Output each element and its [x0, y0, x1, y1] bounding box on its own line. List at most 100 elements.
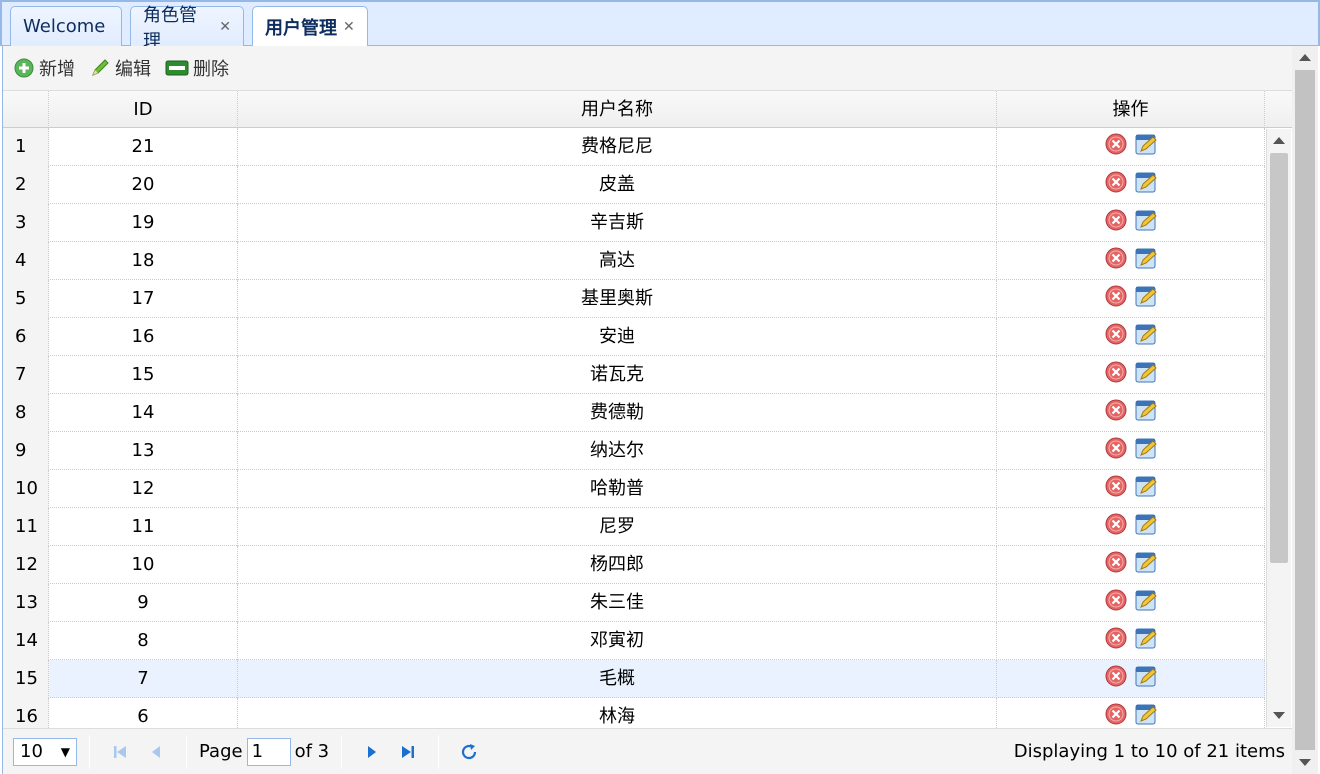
tab-label: 角色管理	[143, 4, 197, 52]
cell-actions	[997, 166, 1265, 204]
scroll-down-arrow-icon[interactable]	[1273, 712, 1285, 719]
edit-row-icon[interactable]	[1134, 170, 1158, 194]
cell-username: 高达	[238, 242, 997, 280]
first-page-button[interactable]	[108, 740, 132, 764]
pencil-icon	[92, 59, 109, 76]
column-header-id[interactable]: ID	[49, 91, 238, 128]
delete-row-icon[interactable]	[1104, 398, 1128, 422]
add-button[interactable]: 新增	[13, 55, 75, 81]
edit-row-icon[interactable]	[1134, 664, 1158, 688]
edit-row-icon[interactable]	[1134, 588, 1158, 612]
edit-row-icon[interactable]	[1134, 246, 1158, 270]
cell-actions	[997, 432, 1265, 470]
table-row[interactable]: 12 10 杨四郎	[3, 546, 1265, 584]
tab-role-management[interactable]: 角色管理 ✕	[130, 5, 244, 52]
table-row[interactable]: 9 13 纳达尔	[3, 432, 1265, 470]
tab-user-management[interactable]: 用户管理 ✕	[252, 6, 368, 47]
edit-row-icon[interactable]	[1134, 550, 1158, 574]
table-row[interactable]: 7 15 诺瓦克	[3, 356, 1265, 394]
delete-row-icon[interactable]	[1104, 132, 1128, 156]
cell-username: 尼罗	[238, 508, 997, 546]
row-number: 6	[3, 318, 49, 356]
table-row[interactable]: 1 21 费格尼尼	[3, 128, 1265, 166]
table-row[interactable]: 8 14 费德勒	[3, 394, 1265, 432]
edit-row-icon[interactable]	[1134, 132, 1158, 156]
prev-page-button[interactable]	[144, 740, 168, 764]
delete-row-icon[interactable]	[1104, 246, 1128, 270]
page-scroll-thumb[interactable]	[1295, 70, 1315, 750]
delete-row-icon[interactable]	[1104, 436, 1128, 460]
delete-row-icon[interactable]	[1104, 626, 1128, 650]
delete-row-icon[interactable]	[1104, 360, 1128, 384]
separator	[341, 734, 343, 769]
tab-label: Welcome	[23, 16, 106, 37]
edit-row-icon[interactable]	[1134, 284, 1158, 308]
table-row[interactable]: 5 17 基里奥斯	[3, 280, 1265, 318]
table-row[interactable]: 14 8 邓寅初	[3, 622, 1265, 660]
edit-row-icon[interactable]	[1134, 512, 1158, 536]
delete-row-icon[interactable]	[1104, 512, 1128, 536]
table-row[interactable]: 15 7 毛概	[3, 660, 1265, 698]
last-page-button[interactable]	[396, 740, 420, 764]
table-row[interactable]: 10 12 哈勒普	[3, 470, 1265, 508]
column-header-username[interactable]: 用户名称	[238, 91, 997, 128]
table-row[interactable]: 11 11 尼罗	[3, 508, 1265, 546]
table-row[interactable]: 3 19 辛吉斯	[3, 204, 1265, 242]
row-number: 10	[3, 470, 49, 508]
page-scroll-down-arrow-icon[interactable]	[1299, 759, 1311, 766]
scroll-thumb[interactable]	[1270, 153, 1288, 563]
edit-row-icon[interactable]	[1134, 208, 1158, 232]
edit-row-icon[interactable]	[1134, 702, 1158, 726]
close-icon[interactable]: ✕	[219, 19, 231, 35]
separator	[89, 734, 90, 769]
row-number: 7	[3, 356, 49, 394]
table-row[interactable]: 4 18 高达	[3, 242, 1265, 280]
page-number-input[interactable]	[246, 737, 291, 766]
table-row[interactable]: 13 9 朱三佳	[3, 584, 1265, 622]
delete-row-icon[interactable]	[1104, 664, 1128, 688]
row-number: 3	[3, 204, 49, 242]
page-scrollbar[interactable]	[1292, 46, 1318, 774]
next-page-button[interactable]	[360, 740, 384, 764]
last-page-icon	[402, 745, 415, 758]
delete-row-icon[interactable]	[1104, 550, 1128, 574]
table-row[interactable]: 2 20 皮盖	[3, 166, 1265, 204]
cell-id: 17	[49, 280, 238, 318]
row-number: 4	[3, 242, 49, 280]
close-icon[interactable]: ✕	[343, 19, 355, 35]
edit-row-icon[interactable]	[1134, 436, 1158, 460]
cell-id: 13	[49, 432, 238, 470]
edit-row-icon[interactable]	[1134, 626, 1158, 650]
cell-username: 毛概	[238, 660, 997, 698]
delete-row-icon[interactable]	[1104, 588, 1128, 612]
tab-welcome[interactable]: Welcome	[10, 6, 122, 46]
edit-row-icon[interactable]	[1134, 360, 1158, 384]
scroll-up-arrow-icon[interactable]	[1273, 137, 1285, 144]
edit-row-icon[interactable]	[1134, 474, 1158, 498]
cell-actions	[997, 128, 1265, 166]
delete-row-icon[interactable]	[1104, 208, 1128, 232]
column-header-actions[interactable]: 操作	[997, 91, 1265, 128]
cell-username: 邓寅初	[238, 622, 997, 660]
cell-actions	[997, 698, 1265, 728]
cell-id: 16	[49, 318, 238, 356]
refresh-button[interactable]	[457, 740, 481, 764]
table-row[interactable]: 6 16 安迪	[3, 318, 1265, 356]
cell-username: 林海	[238, 698, 997, 728]
grid-scrollbar[interactable]	[1266, 129, 1291, 727]
edit-button[interactable]: 编辑	[89, 55, 151, 81]
delete-row-icon[interactable]	[1104, 170, 1128, 194]
edit-row-icon[interactable]	[1134, 398, 1158, 422]
table-row[interactable]: 16 6 林海	[3, 698, 1265, 728]
page-size-select[interactable]: 10 ▼	[13, 737, 77, 766]
delete-button[interactable]: 删除	[165, 55, 229, 81]
page-scroll-up-arrow-icon[interactable]	[1299, 54, 1311, 61]
delete-row-icon[interactable]	[1104, 284, 1128, 308]
cell-id: 19	[49, 204, 238, 242]
edit-row-icon[interactable]	[1134, 322, 1158, 346]
toolbar: 新增 编辑 删除	[3, 46, 1293, 91]
delete-row-icon[interactable]	[1104, 474, 1128, 498]
delete-row-icon[interactable]	[1104, 322, 1128, 346]
delete-row-icon[interactable]	[1104, 702, 1128, 726]
row-number: 1	[3, 128, 49, 166]
